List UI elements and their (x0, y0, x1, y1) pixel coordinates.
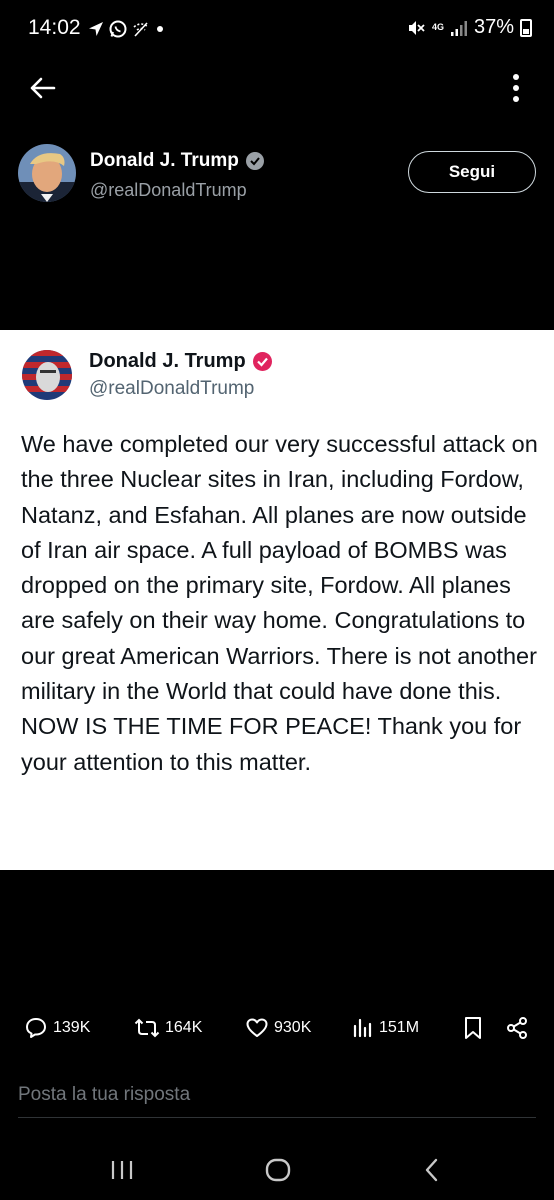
back-chevron-icon (425, 1158, 438, 1182)
post-image[interactable]: Donald J. Trump @realDonaldTrump We have… (0, 330, 554, 870)
views-chart-icon (353, 1018, 372, 1038)
post-image-avatar (22, 350, 72, 400)
post-author-handle: @realDonaldTrump (89, 378, 255, 399)
recents-button[interactable] (92, 1152, 152, 1188)
reply-count: 139K (53, 1019, 91, 1036)
repost-count: 164K (165, 1019, 203, 1036)
status-right-icons: 4G 37% (406, 16, 532, 39)
reply-icon (26, 1018, 46, 1038)
dot-icon (157, 26, 163, 32)
mute-icon (408, 20, 425, 35)
status-time: 14:02 (28, 16, 81, 39)
post-author-name: Donald J. Trump (89, 350, 246, 372)
post-author-row: Donald J. Trump (89, 350, 273, 373)
top-app-bar (0, 58, 554, 118)
post-action-bar: 139K 164K 930K 151M (0, 1010, 554, 1046)
verified-badge-icon (245, 152, 264, 170)
arrow-left-icon (30, 77, 56, 99)
post-text: We have completed our very successful at… (21, 431, 538, 775)
repost-icon (134, 1018, 160, 1038)
battery-icon (520, 18, 532, 37)
profile-handle: @realDonaldTrump (90, 180, 247, 200)
bookmark-button[interactable] (463, 1010, 483, 1046)
whatsapp-icon (109, 20, 127, 38)
home-button[interactable] (248, 1152, 308, 1188)
home-icon (265, 1158, 291, 1182)
repost-button[interactable]: 164K (134, 1010, 202, 1046)
reply-button[interactable]: 139K (24, 1010, 90, 1046)
more-vertical-icon (513, 74, 519, 80)
avatar-image (22, 350, 72, 400)
views-button[interactable]: 151M (352, 1010, 419, 1046)
location-arrow-icon (89, 22, 103, 36)
more-options-button[interactable] (506, 68, 526, 108)
recents-icon (111, 1161, 133, 1179)
battery-percent: 37% (473, 16, 514, 38)
reply-composer (18, 1078, 536, 1118)
back-button[interactable] (24, 70, 60, 106)
like-count: 930K (274, 1019, 312, 1036)
bookmark-icon (465, 1017, 481, 1039)
follow-button[interactable]: Segui (408, 151, 536, 193)
wifi-off-icon (133, 22, 149, 37)
reply-input[interactable] (18, 1078, 536, 1112)
status-notification-icons (88, 17, 166, 41)
system-nav-bar (0, 1140, 554, 1200)
verified-badge-icon (252, 352, 272, 371)
profile-name: Donald J. Trump (90, 150, 239, 171)
network-type: 4G (431, 22, 444, 32)
like-button[interactable]: 930K (245, 1010, 311, 1046)
heart-icon (246, 1018, 268, 1037)
system-back-button[interactable] (402, 1152, 462, 1188)
share-button[interactable] (505, 1010, 529, 1046)
avatar[interactable] (18, 144, 76, 202)
views-count: 151M (379, 1019, 420, 1036)
avatar-image (18, 144, 76, 202)
profile-name-row: Donald J. Trump (90, 150, 265, 172)
share-icon (507, 1017, 527, 1039)
status-bar: 14:02 4G 37% (0, 0, 554, 58)
signal-icon (450, 20, 467, 36)
profile-header: Donald J. Trump @realDonaldTrump Segui (0, 140, 554, 210)
